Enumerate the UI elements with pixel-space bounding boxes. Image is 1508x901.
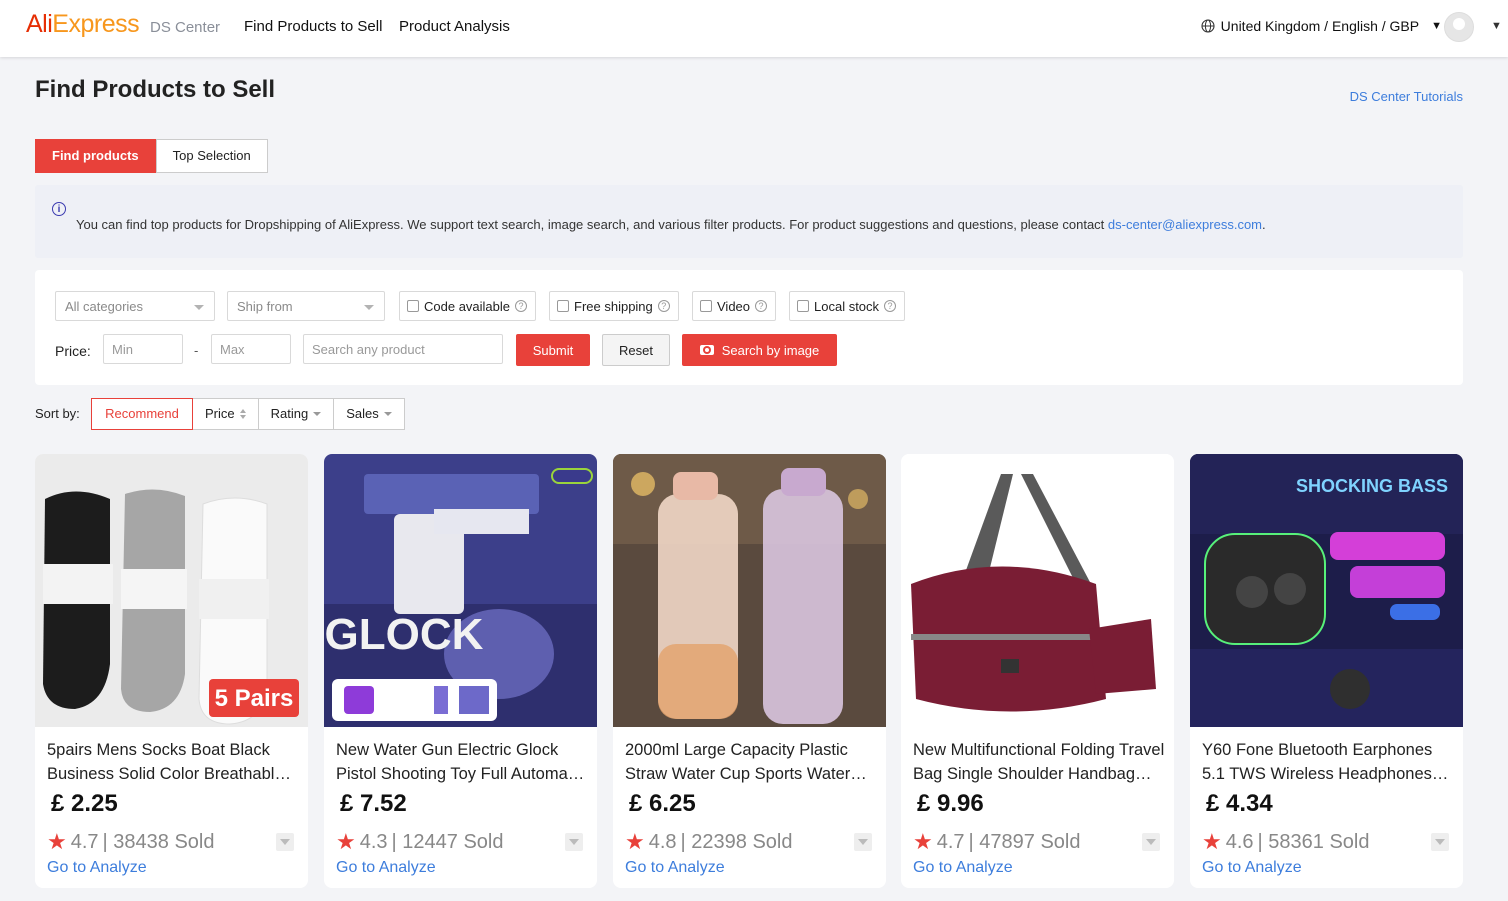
caret-down-icon	[313, 412, 322, 416]
help-icon[interactable]: ?	[515, 300, 528, 312]
product-rating: ★ 4.7 | 38438 Sold	[47, 829, 215, 854]
avatar[interactable]	[1444, 12, 1474, 42]
reset-button[interactable]: Reset	[602, 334, 670, 366]
product-price: £ 7.52	[340, 790, 407, 817]
product-title[interactable]: 2000ml Large Capacity Plastic Straw Wate…	[625, 738, 877, 786]
video-checkbox[interactable]: Video?	[692, 291, 777, 321]
product-title[interactable]: Y60 Fone Bluetooth Earphones 5.1 TWS Wir…	[1202, 738, 1454, 786]
sort-price[interactable]: Price	[192, 398, 259, 430]
product-image-travel-bag[interactable]	[901, 454, 1174, 727]
ds-center-tutorials-link[interactable]: DS Center Tutorials	[1350, 89, 1463, 104]
chevron-down-icon	[364, 305, 374, 310]
help-icon[interactable]: ?	[657, 300, 670, 312]
nav-find-products[interactable]: Find Products to Sell	[244, 18, 382, 35]
aliexpress-logo[interactable]: AliExpress	[26, 10, 140, 39]
search-by-image-button[interactable]: Search by image	[682, 334, 837, 366]
product-image-socks[interactable]: 5 Pairs	[35, 454, 308, 727]
product-card[interactable]: 2000ml Large Capacity Plastic Straw Wate…	[613, 454, 886, 888]
product-badge: 5 Pairs	[215, 685, 294, 712]
product-card[interactable]: 5 Pairs 5pairs Mens Socks Boat Black Bus…	[35, 454, 308, 888]
expand-dropdown-icon[interactable]	[854, 833, 872, 851]
go-to-analyze-link[interactable]: Go to Analyze	[913, 859, 1013, 877]
product-card[interactable]: New Multifunctional Folding Travel Bag S…	[901, 454, 1174, 888]
contact-email-link[interactable]: ds-center@aliexpress.com	[1108, 217, 1262, 232]
product-price: £ 4.34	[1206, 790, 1273, 817]
account-caret-down-icon[interactable]: ▼	[1491, 20, 1502, 32]
go-to-analyze-link[interactable]: Go to Analyze	[47, 859, 147, 877]
product-image-earphones[interactable]: SHOCKING BASS	[1190, 454, 1463, 727]
product-card[interactable]: GLOCK New Water Gun Electric Glock Pisto…	[324, 454, 597, 888]
product-card[interactable]: SHOCKING BASS Y60 Fone Bluetooth Earphon…	[1190, 454, 1463, 888]
expand-dropdown-icon[interactable]	[565, 833, 583, 851]
product-rating: ★ 4.7 | 47897 Sold	[913, 829, 1081, 854]
product-badge: SHOCKING BASS	[1296, 476, 1448, 496]
star-icon: ★	[1202, 829, 1222, 854]
checkbox-icon	[700, 300, 712, 312]
sort-arrows-icon	[239, 409, 246, 419]
categories-select[interactable]: All categories	[55, 291, 215, 321]
price-label: Price:	[55, 343, 91, 359]
info-notice: i You can find top products for Dropship…	[35, 185, 1463, 258]
star-icon: ★	[336, 829, 356, 854]
product-price: £ 2.25	[51, 790, 118, 817]
notice-text: You can find top products for Dropshippi…	[76, 217, 1266, 232]
product-price: £ 6.25	[629, 790, 696, 817]
product-title[interactable]: New Water Gun Electric Glock Pistol Shoo…	[336, 738, 588, 786]
tab-top-selection[interactable]: Top Selection	[155, 139, 268, 173]
product-price: £ 9.96	[917, 790, 984, 817]
sort-sales[interactable]: Sales	[333, 398, 405, 430]
checkbox-icon	[407, 300, 419, 312]
price-range-dash: -	[194, 343, 199, 358]
camera-icon	[699, 345, 714, 355]
price-min-input[interactable]: Min	[103, 334, 183, 364]
free-shipping-checkbox[interactable]: Free shipping?	[549, 291, 679, 321]
globe-icon	[1201, 19, 1215, 33]
local-stock-checkbox[interactable]: Local stock?	[789, 291, 906, 321]
product-rating: ★ 4.3 | 12447 Sold	[336, 829, 504, 854]
search-input[interactable]: Search any product	[303, 334, 503, 364]
submit-button[interactable]: Submit	[516, 334, 590, 366]
product-title[interactable]: 5pairs Mens Socks Boat Black Business So…	[47, 738, 299, 786]
go-to-analyze-link[interactable]: Go to Analyze	[336, 859, 436, 877]
region-label: United Kingdom / English / GBP	[1220, 18, 1420, 34]
star-icon: ★	[913, 829, 933, 854]
go-to-analyze-link[interactable]: Go to Analyze	[625, 859, 725, 877]
price-max-input[interactable]: Max	[211, 334, 291, 364]
code-available-checkbox[interactable]: Code available?	[399, 291, 537, 321]
product-badge: GLOCK	[325, 610, 484, 659]
product-title[interactable]: New Multifunctional Folding Travel Bag S…	[913, 738, 1165, 786]
product-image-water-gun[interactable]: GLOCK	[324, 454, 597, 727]
expand-dropdown-icon[interactable]	[276, 833, 294, 851]
expand-dropdown-icon[interactable]	[1431, 833, 1449, 851]
page-title: Find Products to Sell	[35, 76, 276, 103]
product-rating: ★ 4.8 | 22398 Sold	[625, 829, 793, 854]
caret-down-icon: ▼	[1431, 20, 1442, 32]
tab-find-products[interactable]: Find products	[35, 139, 156, 173]
sort-label: Sort by:	[35, 406, 80, 421]
sort-rating[interactable]: Rating	[257, 398, 335, 430]
top-navigation-bar: AliExpress DS Center Find Products to Se…	[0, 0, 1508, 57]
product-image-water-bottle[interactable]	[613, 454, 886, 727]
help-icon[interactable]: ?	[884, 300, 897, 312]
star-icon: ★	[47, 829, 67, 854]
checkbox-icon	[797, 300, 809, 312]
chevron-down-icon	[194, 305, 204, 310]
sort-options: Recommend Price Rating Sales	[91, 398, 405, 430]
expand-dropdown-icon[interactable]	[1142, 833, 1160, 851]
info-icon: i	[52, 202, 66, 216]
sort-recommend[interactable]: Recommend	[91, 398, 193, 430]
ship-from-select[interactable]: Ship from	[227, 291, 385, 321]
filter-panel: All categories Ship from Code available?…	[35, 270, 1463, 385]
nav-product-analysis[interactable]: Product Analysis	[399, 18, 510, 35]
product-rating: ★ 4.6 | 58361 Sold	[1202, 829, 1370, 854]
checkbox-icon	[557, 300, 569, 312]
logo-subtitle: DS Center	[150, 19, 221, 36]
region-selector[interactable]: United Kingdom / English / GBP ▼	[1201, 18, 1442, 34]
tab-bar: Find products Top Selection	[35, 139, 268, 173]
caret-down-icon	[383, 412, 392, 416]
help-icon[interactable]: ?	[755, 300, 768, 312]
go-to-analyze-link[interactable]: Go to Analyze	[1202, 859, 1302, 877]
star-icon: ★	[625, 829, 645, 854]
